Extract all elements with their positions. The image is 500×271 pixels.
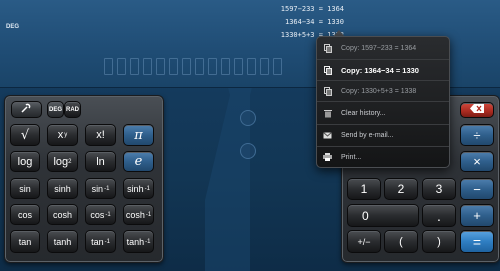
- digit-2-key[interactable]: 2: [384, 178, 418, 200]
- menu-item-email[interactable]: Send by e-mail...: [317, 124, 449, 146]
- scroll-knob-bottom: [240, 143, 256, 159]
- history-line: 1597−233 = 1364: [280, 5, 344, 13]
- scroll-knob-top: [240, 110, 256, 126]
- deg-button[interactable]: DEG: [47, 101, 64, 118]
- backspace-icon: [470, 104, 484, 116]
- digit-cell: [169, 58, 178, 75]
- pi-key[interactable]: π: [123, 124, 154, 146]
- menu-item-label: Clear history...: [341, 109, 386, 117]
- menu-item-label: Copy: 1597−233 = 1364: [341, 45, 417, 52]
- ln-key[interactable]: ln: [85, 151, 116, 172]
- asin-key[interactable]: sin -1: [85, 178, 116, 199]
- decimal-key[interactable]: .: [422, 204, 456, 227]
- printer-icon: [323, 153, 332, 162]
- digit-cell: [130, 58, 139, 75]
- atanh-key[interactable]: tanh -1: [123, 230, 154, 253]
- copy-icon: [323, 65, 332, 75]
- menu-item-label: Copy: 1330+5+3 = 1338: [341, 87, 417, 95]
- menu-item-label: Print...: [341, 153, 362, 161]
- menu-item-print[interactable]: Print...: [317, 146, 449, 167]
- plus-key[interactable]: +: [460, 204, 494, 227]
- digit-cell: [221, 58, 230, 75]
- history-line: 1364−34 = 1330: [284, 18, 344, 26]
- sinh-key[interactable]: sinh: [47, 178, 78, 199]
- angle-mode-indicator: DEG: [6, 24, 20, 30]
- open-paren-key[interactable]: (: [384, 230, 418, 253]
- divide-key[interactable]: ÷: [460, 124, 494, 146]
- digit-1-key[interactable]: 1: [347, 178, 381, 200]
- digit-cell: [260, 58, 269, 75]
- digit-cell: [247, 58, 256, 75]
- menu-item-copy[interactable]: Copy: 1597−233 = 1364: [317, 38, 449, 59]
- tan-key[interactable]: tan: [10, 230, 40, 253]
- digit-cell: [156, 58, 165, 75]
- rad-button[interactable]: RAD: [64, 101, 81, 118]
- acos-key[interactable]: cos -1: [85, 204, 116, 225]
- scientific-keypad: DEG RAD √ xy x! π log log 2 ln e sin sinh…: [4, 95, 164, 263]
- copy-icon: [323, 86, 332, 96]
- digit-cell: [182, 58, 191, 75]
- digit-3-key[interactable]: 3: [422, 178, 456, 200]
- digit-display: [104, 58, 282, 75]
- log2-key[interactable]: log 2: [47, 151, 78, 172]
- history-menu: Copy: 1597−233 = 1364 Copy: 1364−34 = 13…: [316, 36, 450, 168]
- menu-item-clear-history[interactable]: Clear history...: [317, 101, 449, 124]
- plus-minus-key[interactable]: +/−: [347, 230, 381, 253]
- trash-icon: [323, 109, 332, 118]
- copy-icon: [323, 44, 332, 53]
- e-key[interactable]: e: [123, 151, 154, 172]
- settings-button[interactable]: [11, 101, 42, 118]
- multiply-key[interactable]: ×: [460, 151, 494, 172]
- equals-key[interactable]: =: [460, 230, 494, 253]
- atan-key[interactable]: tan -1: [85, 230, 116, 253]
- digit-0-key[interactable]: 0: [347, 204, 419, 227]
- acosh-key[interactable]: cosh -1: [123, 204, 154, 225]
- factorial-key[interactable]: x!: [85, 124, 116, 146]
- asinh-key[interactable]: sinh -1: [123, 178, 154, 199]
- digit-cell: [117, 58, 126, 75]
- digit-cell: [143, 58, 152, 75]
- minus-key[interactable]: −: [460, 178, 494, 200]
- tanh-key[interactable]: tanh: [47, 230, 78, 253]
- cosh-key[interactable]: cosh: [47, 204, 78, 225]
- digit-cell: [104, 58, 113, 75]
- menu-item-copy[interactable]: Copy: 1364−34 = 1330: [317, 59, 449, 80]
- digit-cell: [208, 58, 217, 75]
- mail-icon: [323, 131, 332, 140]
- menu-item-label: Send by e-mail...: [341, 132, 394, 139]
- sqrt-key[interactable]: √: [10, 124, 40, 146]
- backspace-button[interactable]: [460, 102, 494, 118]
- log-key[interactable]: log: [10, 151, 40, 172]
- digit-cell: [195, 58, 204, 75]
- close-paren-key[interactable]: ): [422, 230, 456, 253]
- sin-key[interactable]: sin: [10, 178, 40, 199]
- digit-cell: [234, 58, 243, 75]
- wrench-icon: [20, 103, 33, 116]
- menu-item-copy[interactable]: Copy: 1330+5+3 = 1338: [317, 80, 449, 101]
- digit-cell: [273, 58, 282, 75]
- menu-item-label: Copy: 1364−34 = 1330: [341, 65, 419, 75]
- cos-key[interactable]: cos: [10, 204, 40, 225]
- power-key[interactable]: xy: [47, 124, 78, 146]
